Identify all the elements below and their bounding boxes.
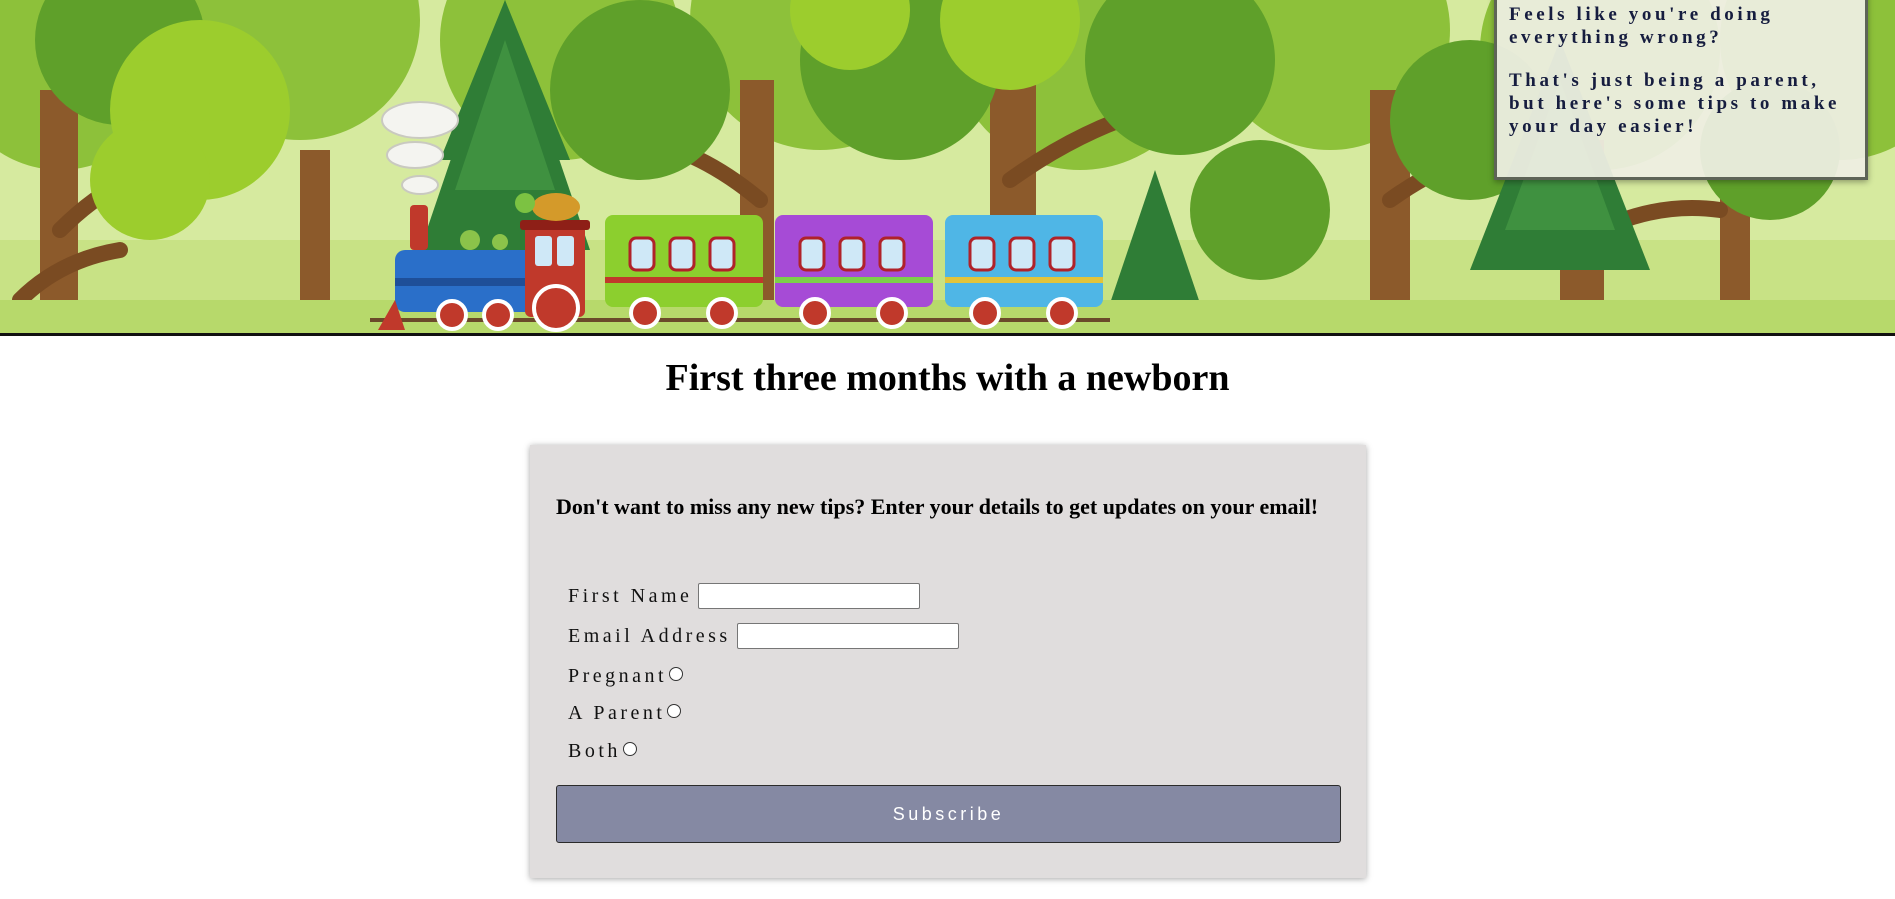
first-name-row: First Name: [568, 583, 921, 609]
page-title: First three months with a newborn: [665, 357, 1230, 399]
email-input[interactable]: [736, 623, 959, 649]
hero-banner: Feels like you're doing everything wrong…: [0, 0, 1895, 336]
subscribe-form-card: Don't want to miss any new tips? Enter y…: [530, 445, 1366, 878]
option-parent-radio[interactable]: [667, 703, 682, 718]
subscribe-button[interactable]: Subscribe: [556, 785, 1341, 843]
form-heading: Don't want to miss any new tips? Enter y…: [556, 494, 1319, 519]
first-name-label: First Name: [568, 584, 693, 607]
option-parent-row: A Parent: [568, 702, 682, 725]
email-row: Email Address: [568, 623, 959, 649]
option-pregnant-row: Pregnant: [568, 665, 684, 688]
option-both-row: Both: [568, 740, 637, 763]
option-both-radio[interactable]: [622, 741, 637, 756]
option-pregnant-radio[interactable]: [669, 666, 684, 681]
intro-text-2: That's just being a parent, but here's s…: [1509, 70, 1841, 137]
option-both-label: Both: [568, 740, 621, 762]
intro-callout: Feels like you're doing everything wrong…: [1494, 0, 1868, 180]
intro-text-1: Feels like you're doing everything wrong…: [1509, 4, 1774, 48]
option-parent-label: A Parent: [568, 702, 666, 724]
first-name-input[interactable]: [698, 583, 921, 609]
email-label: Email Address: [568, 624, 731, 647]
option-pregnant-label: Pregnant: [568, 665, 668, 687]
